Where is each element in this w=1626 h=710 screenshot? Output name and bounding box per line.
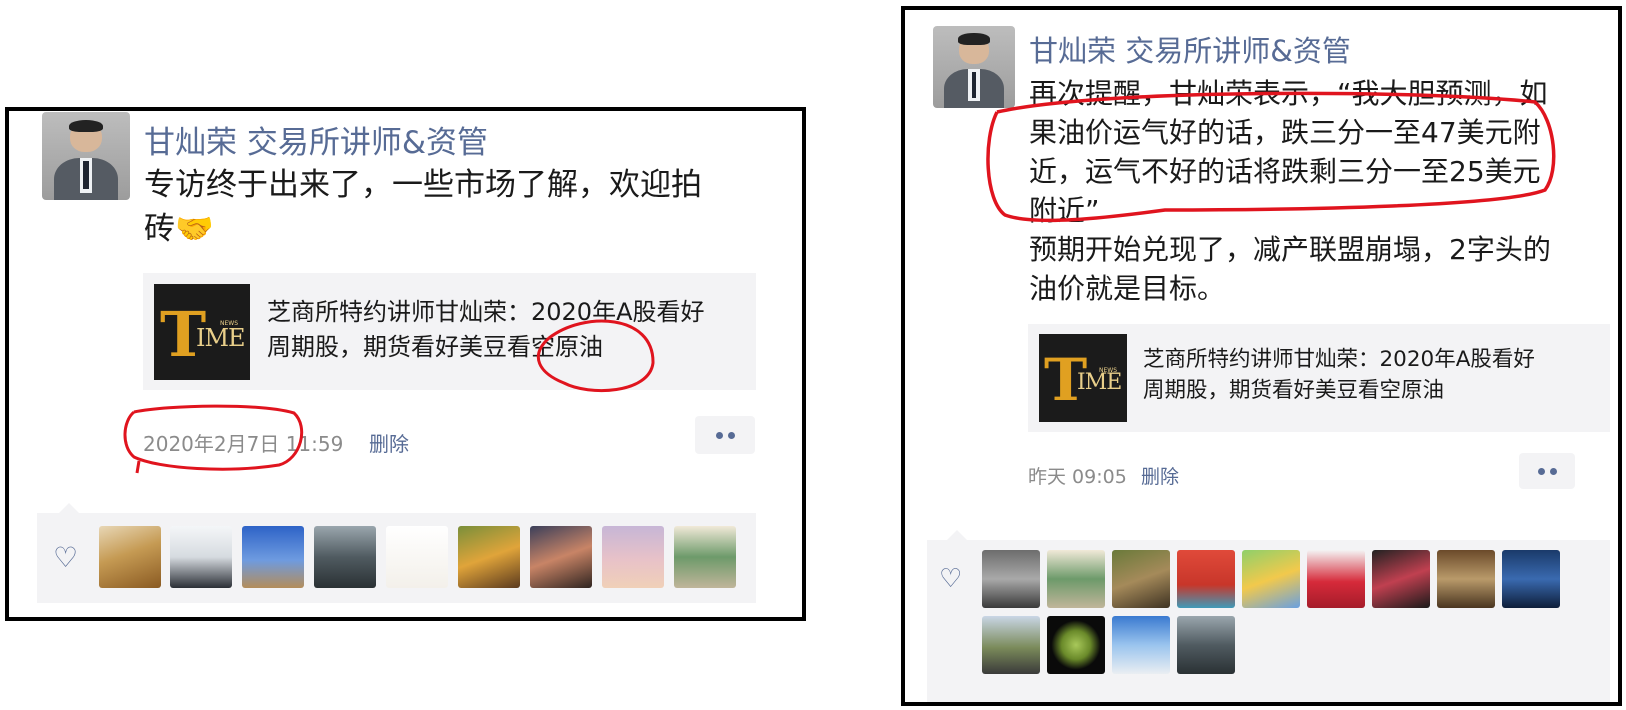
liker-avatar[interactable] [602, 526, 664, 588]
moment-post-right: 甘灿荣 交易所讲师&资管 再次提醒，甘灿荣表示，“我大胆预测，如 果油价运气好的… [901, 6, 1622, 706]
post-text-line: 近，运气不好的话将跌剩三分一至25美元 [1029, 155, 1541, 188]
author-avatar[interactable] [42, 112, 130, 200]
likes-pointer [947, 530, 967, 540]
post-timestamp: 2020年2月7日 11:59 [143, 432, 344, 456]
liker-avatar[interactable] [1047, 616, 1105, 674]
post-text-line: 专访终于出来了，一些市场了解，欢迎拍 [144, 167, 702, 203]
liker-avatar[interactable] [1242, 550, 1300, 608]
liker-avatar[interactable] [1372, 550, 1430, 608]
shared-article-card[interactable]: T IME NEWS 芝商所特约讲师甘灿荣：2020年A股看好 周期股，期货看好… [1028, 324, 1610, 432]
heart-outline-icon: ♡ [53, 541, 79, 574]
liker-avatar[interactable] [1177, 550, 1235, 608]
delete-link[interactable]: 删除 [369, 428, 409, 457]
article-title-line: 周期股，期货看好美豆看空原油 [267, 332, 603, 361]
liker-avatar[interactable] [1047, 550, 1105, 608]
article-title: 芝商所特约讲师甘灿荣：2020年A股看好 周期股，期货看好美豆看空原油 [1143, 344, 1608, 406]
post-text: 专访终于出来了，一些市场了解，欢迎拍 砖🤝 [144, 163, 784, 251]
moment-post-left: 甘灿荣 交易所讲师&资管 专访终于出来了，一些市场了解，欢迎拍 砖🤝 T IME… [5, 107, 806, 621]
article-thumbnail-badge: NEWS [220, 320, 239, 327]
author-name[interactable]: 甘灿荣 交易所讲师&资管 [144, 117, 488, 162]
heart-outline-icon: ♡ [939, 564, 963, 594]
more-actions-button[interactable] [695, 416, 755, 454]
delete-link[interactable]: 删除 [1141, 462, 1179, 489]
article-title-line: 周期股，期货看好美豆看空原油 [1143, 378, 1445, 404]
liker-avatar[interactable] [386, 526, 448, 588]
liker-avatar[interactable] [1112, 550, 1170, 608]
liker-avatar[interactable] [242, 526, 304, 588]
post-text-line: 果油价运气好的话，跌三分一至47美元附 [1029, 116, 1541, 149]
post-text-line: 砖🤝 [144, 211, 214, 248]
dot-icon [1550, 468, 1557, 475]
article-title-line: 芝商所特约讲师甘灿荣：2020年A股看好 [267, 298, 705, 326]
liker-avatar[interactable] [1437, 550, 1495, 608]
dot-icon [716, 432, 723, 439]
article-title-line: 芝商所特约讲师甘灿荣：2020年A股看好 [1143, 347, 1535, 372]
post-text-line: 油价就是目标。 [1029, 272, 1226, 305]
article-thumbnail-badge: NEWS [1099, 367, 1118, 374]
post-timestamp: 昨天 09:05 [1028, 466, 1127, 488]
article-title: 芝商所特约讲师甘灿荣：2020年A股看好 周期股，期货看好美豆看空原油 [267, 295, 752, 365]
liker-avatar[interactable] [99, 526, 161, 588]
liker-avatar[interactable] [1177, 616, 1235, 674]
liker-avatar[interactable] [674, 526, 736, 588]
post-text-line: 预期开始兑现了，减产联盟崩塌，2字头的 [1029, 233, 1551, 266]
shared-article-card[interactable]: T IME NEWS 芝商所特约讲师甘灿荣：2020年A股看好 周期股，期货看好… [143, 273, 756, 390]
more-actions-button[interactable] [1519, 453, 1575, 489]
post-text-line: 附近” [1029, 194, 1100, 227]
liker-avatar[interactable] [982, 616, 1040, 674]
article-thumbnail: T IME NEWS [154, 284, 250, 380]
liker-avatar[interactable] [1502, 550, 1560, 608]
liker-avatar[interactable] [1307, 550, 1365, 608]
likes-pointer [59, 503, 79, 513]
liker-avatar[interactable] [1112, 616, 1170, 674]
author-avatar[interactable] [933, 26, 1015, 108]
post-text: 再次提醒，甘灿荣表示，“我大胆预测，如 果油价运气好的话，跌三分一至47美元附 … [1029, 74, 1618, 308]
liker-avatar[interactable] [982, 550, 1040, 608]
dot-icon [1538, 468, 1545, 475]
liker-avatar[interactable] [530, 526, 592, 588]
liker-avatar[interactable] [170, 526, 232, 588]
liker-avatar[interactable] [458, 526, 520, 588]
post-text-line: 再次提醒，甘灿荣表示，“我大胆预测，如 [1029, 77, 1548, 110]
likes-bar: ♡ [37, 513, 756, 603]
article-thumbnail: T IME NEWS [1039, 334, 1127, 422]
liker-avatar[interactable] [314, 526, 376, 588]
likes-bar: ♡ [927, 540, 1610, 702]
dot-icon [728, 432, 735, 439]
author-name[interactable]: 甘灿荣 交易所讲师&资管 [1029, 28, 1351, 70]
